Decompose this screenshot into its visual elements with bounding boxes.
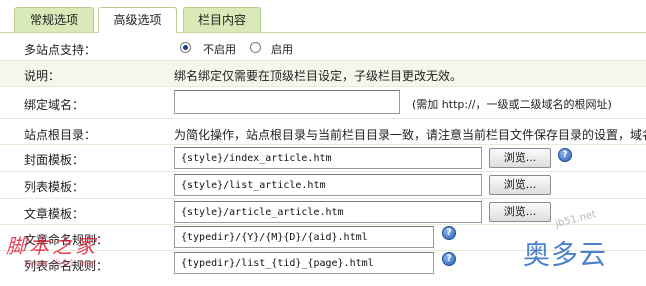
- article-template-input[interactable]: {style}/article_article.htm: [174, 201, 482, 223]
- domain-label: 绑定域名：: [24, 98, 85, 112]
- list-template-input[interactable]: {style}/list_article.htm: [174, 174, 482, 196]
- multisite-off-label: 不启用: [203, 43, 236, 56]
- cover-template-input[interactable]: {style}/index_article.htm: [174, 147, 482, 169]
- domain-input[interactable]: [174, 90, 400, 114]
- list-template-browse-button[interactable]: 浏览...: [489, 175, 551, 195]
- help-question-icon[interactable]: ?: [442, 226, 456, 240]
- tab-column-content[interactable]: 栏目内容: [183, 7, 261, 32]
- site-root-label: 站点根目录：: [24, 128, 97, 142]
- help-question-icon[interactable]: ?: [558, 148, 572, 162]
- article-rule-input[interactable]: {typedir}/{Y}/{M}{D}/{aid}.html: [174, 226, 434, 248]
- article-template-row: 文章模板： {style}/article_article.htm 浏览...: [0, 199, 646, 225]
- multisite-label: 多站点支持：: [24, 43, 97, 57]
- list-template-row: 列表模板： {style}/list_article.htm 浏览...: [0, 172, 646, 199]
- help-question-icon[interactable]: ?: [442, 252, 456, 266]
- site-root-row: 站点根目录： 为简化操作，站点根目录与当前栏目目录一致，请注意当前栏目文件保存目…: [0, 119, 646, 145]
- cover-template-row: 封面模板： {style}/index_article.htm 浏览... ?: [0, 145, 646, 172]
- multisite-off-radio[interactable]: [180, 42, 191, 53]
- multisite-on-label: 启用: [271, 43, 293, 56]
- watermark-aoduoyun: 奥多云: [523, 240, 607, 271]
- list-template-label: 列表模板：: [24, 180, 85, 194]
- explain-row: 说明： 绑名绑定仅需要在顶级栏目设定，子级栏目更改无效。: [0, 61, 646, 87]
- tab-advanced-options[interactable]: 高级选项: [98, 7, 177, 33]
- site-root-text: 为简化操作，站点根目录与当前栏目目录一致，请注意当前栏目文件保存目录的设置，域名: [174, 128, 646, 142]
- watermark-jb51: 脚本之家: [6, 234, 98, 258]
- explain-text: 绑名绑定仅需要在顶级栏目设定，子级栏目更改无效。: [174, 69, 463, 83]
- cover-template-label: 封面模板：: [24, 153, 85, 167]
- multisite-row: 多站点支持： 不启用 启用: [0, 33, 646, 61]
- article-template-label: 文章模板：: [24, 207, 85, 221]
- watermark-jb51-url: www.jb51.net: [24, 259, 98, 269]
- article-template-browse-button[interactable]: 浏览...: [489, 202, 551, 222]
- explain-label: 说明：: [24, 69, 61, 83]
- domain-hint: (需加 http://，一级或二级域名的根网址): [412, 98, 612, 111]
- multisite-on-radio[interactable]: [250, 42, 261, 53]
- tab-general-options[interactable]: 常规选项: [14, 7, 94, 32]
- list-rule-input[interactable]: {typedir}/list_{tid}_{page}.html: [174, 252, 434, 274]
- domain-row: 绑定域名： (需加 http://，一级或二级域名的根网址): [0, 87, 646, 119]
- cover-template-browse-button[interactable]: 浏览...: [489, 148, 551, 168]
- tab-bar: 常规选项 高级选项 栏目内容: [0, 0, 646, 33]
